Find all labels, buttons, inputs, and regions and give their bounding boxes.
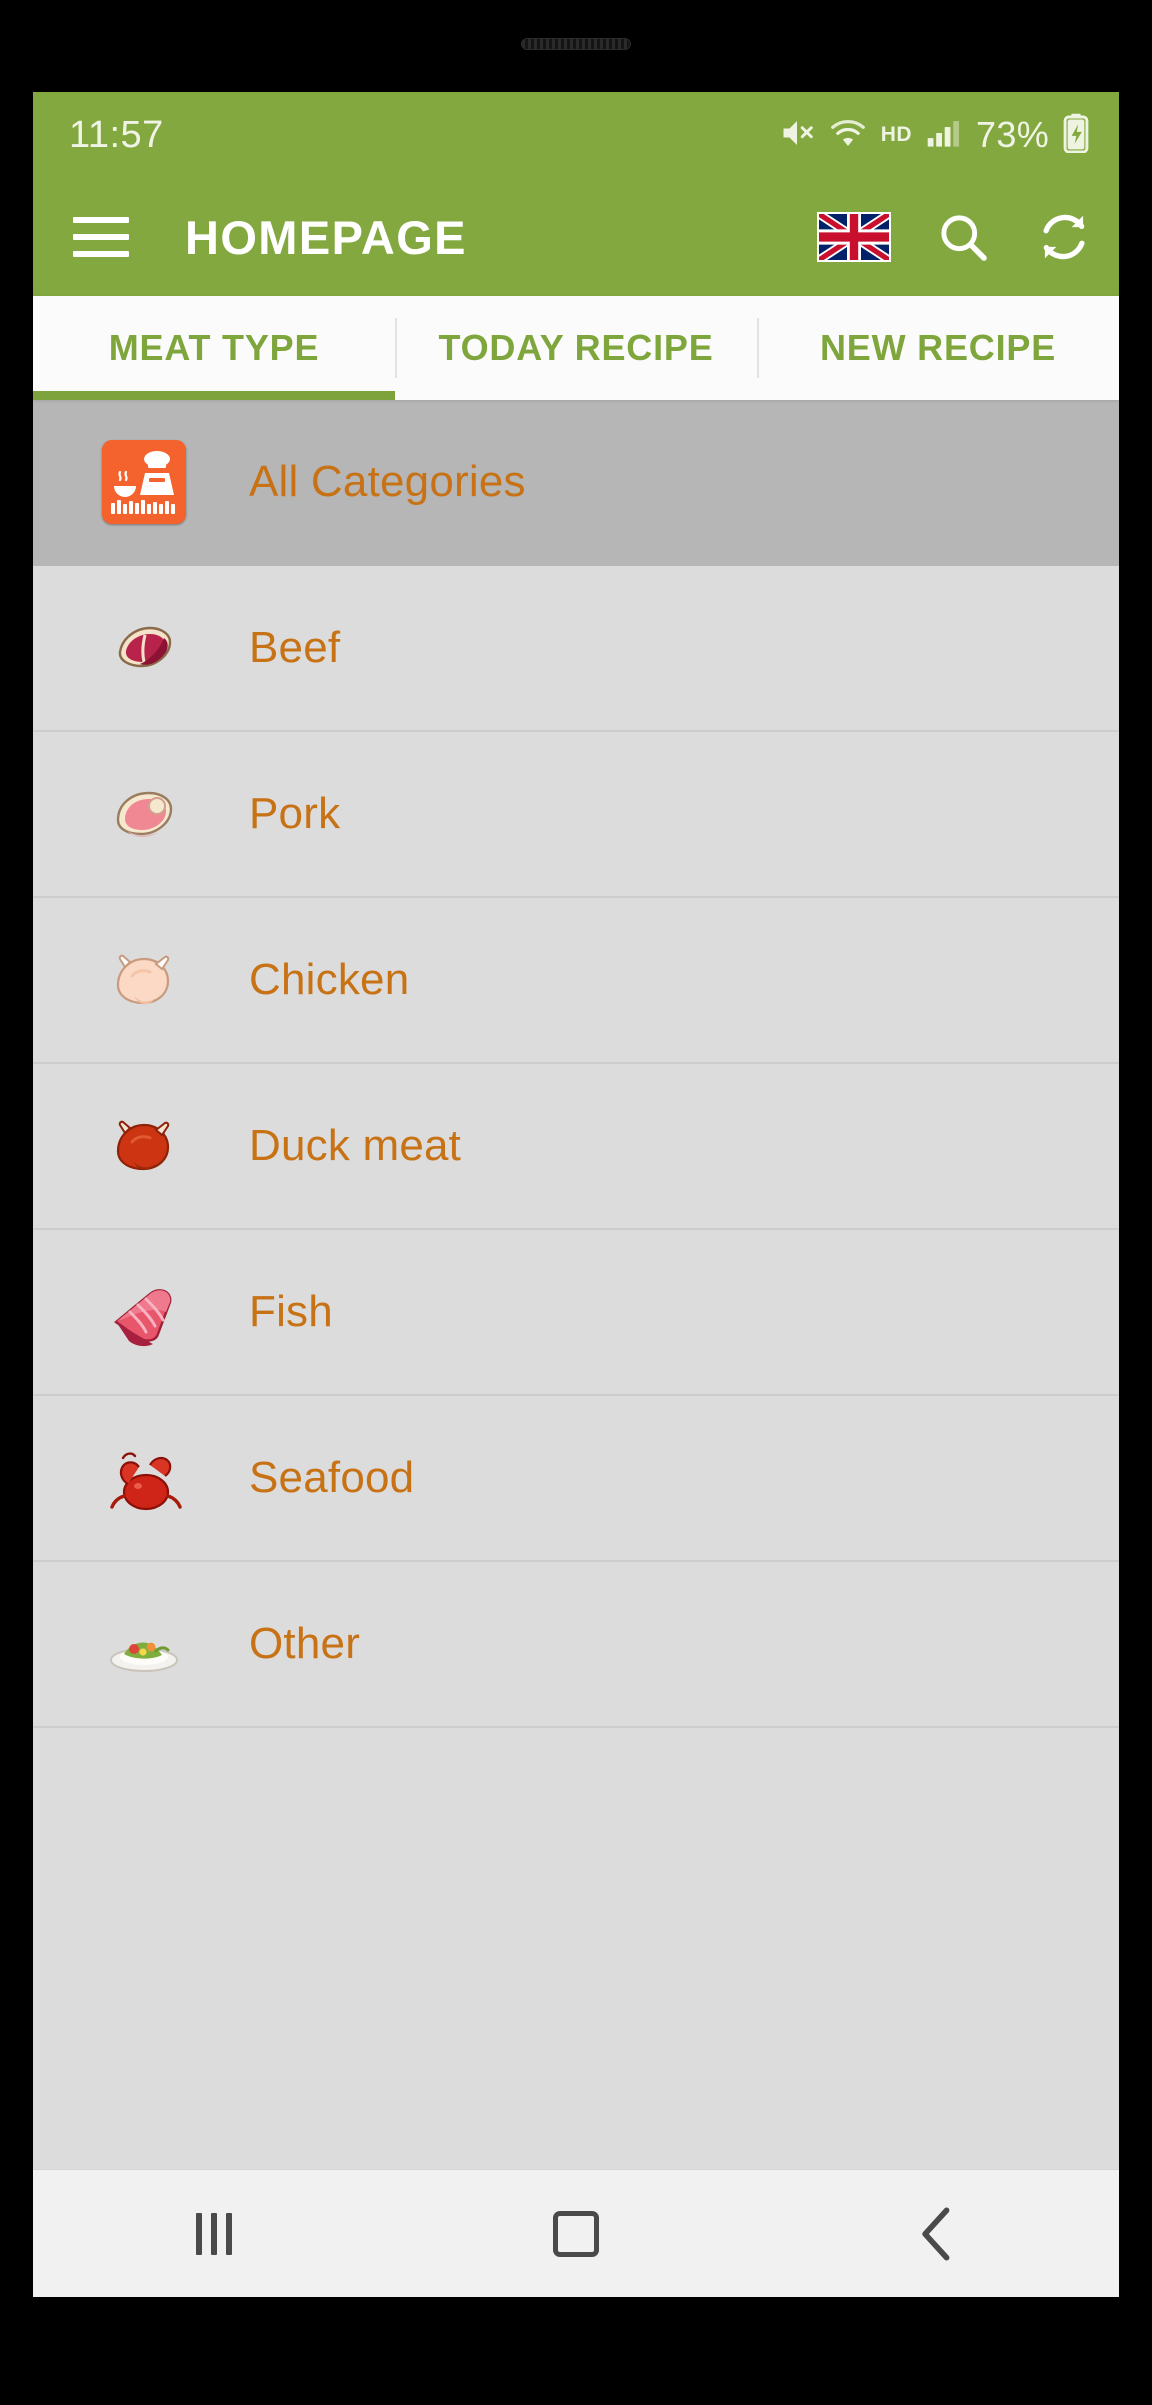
beef-steak-icon xyxy=(101,605,187,691)
tab-bar: MEAT TYPE TODAY RECIPE NEW RECIPE xyxy=(33,296,1119,400)
tab-label: MEAT TYPE xyxy=(108,327,320,368)
list-item-label: All Categories xyxy=(249,457,526,506)
list-item-beef[interactable]: Beef xyxy=(33,566,1119,732)
system-navigation-bar xyxy=(33,2169,1119,2297)
uk-flag-icon[interactable] xyxy=(817,212,891,262)
list-item-label: Other xyxy=(249,1619,361,1668)
earpiece-speaker xyxy=(521,38,631,50)
page-title: HOMEPAGE xyxy=(185,210,467,264)
battery-charging-icon xyxy=(1063,113,1089,158)
list-item-duck-meat[interactable]: Duck meat xyxy=(33,1064,1119,1230)
search-icon[interactable] xyxy=(935,209,991,265)
list-item-label: Seafood xyxy=(249,1453,415,1502)
phone-screen: 11:57 HD 73% HOMEPAGE MEAT TYPE TODAY RE… xyxy=(33,92,1119,2297)
list-item-chicken[interactable]: Chicken xyxy=(33,898,1119,1064)
hamburger-line xyxy=(73,217,129,223)
app-logo-icon xyxy=(101,439,187,525)
list-item-label: Pork xyxy=(249,789,341,838)
tab-label: TODAY RECIPE xyxy=(438,327,714,368)
refresh-icon[interactable] xyxy=(1035,208,1093,266)
app-bar: HOMEPAGE xyxy=(33,178,1119,296)
tab-label: NEW RECIPE xyxy=(819,327,1057,368)
crab-icon xyxy=(101,1435,187,1521)
back-glyph xyxy=(922,2207,950,2260)
recents-bar xyxy=(226,2212,232,2255)
app-bar-actions xyxy=(817,208,1093,266)
hamburger-line xyxy=(73,251,129,257)
list-item-other[interactable]: Other xyxy=(33,1562,1119,1728)
back-icon[interactable] xyxy=(757,2206,1119,2262)
list-item-fish[interactable]: Fish xyxy=(33,1230,1119,1396)
list-item-all-categories[interactable]: All Categories xyxy=(33,400,1119,566)
list-item-label: Fish xyxy=(249,1287,333,1336)
fish-fillet-icon xyxy=(101,1269,187,1355)
recents-icon[interactable] xyxy=(33,2212,395,2255)
hamburger-menu-icon[interactable] xyxy=(73,217,129,257)
wifi-icon xyxy=(829,117,867,154)
list-item-pork[interactable]: Pork xyxy=(33,732,1119,898)
recents-glyph xyxy=(196,2212,232,2255)
meat-type-list: All Categories Beef Pork Chicken Duck me… xyxy=(33,400,1119,2028)
tab-today-recipe[interactable]: TODAY RECIPE xyxy=(395,296,757,400)
speaker-grille xyxy=(522,39,630,49)
list-item-label: Chicken xyxy=(249,955,410,1004)
status-clock: 11:57 xyxy=(69,113,164,156)
phone-device: 11:57 HD 73% HOMEPAGE MEAT TYPE TODAY RE… xyxy=(0,0,1152,2405)
tab-new-recipe[interactable]: NEW RECIPE xyxy=(757,296,1119,400)
recents-bar xyxy=(211,2212,217,2255)
hamburger-line xyxy=(73,234,129,240)
home-glyph xyxy=(553,2210,599,2257)
roast-duck-icon xyxy=(101,1103,187,1189)
list-item-seafood[interactable]: Seafood xyxy=(33,1396,1119,1562)
list-item-label: Beef xyxy=(249,623,341,672)
battery-percent-label: 73% xyxy=(976,114,1049,155)
list-item-label: Duck meat xyxy=(249,1121,462,1170)
whole-chicken-icon xyxy=(101,937,187,1023)
list-empty-space xyxy=(33,1728,1119,2028)
mute-icon xyxy=(779,115,815,156)
status-icons: HD 73% xyxy=(779,113,1089,158)
pork-chop-icon xyxy=(101,771,187,857)
cellular-signal-icon xyxy=(926,117,960,154)
status-bar: 11:57 HD 73% xyxy=(33,92,1119,178)
hd-icon: HD xyxy=(880,123,913,146)
home-icon[interactable] xyxy=(395,2210,757,2257)
salad-plate-icon xyxy=(101,1601,187,1687)
recents-bar xyxy=(196,2212,202,2255)
tab-meat-type[interactable]: MEAT TYPE xyxy=(33,296,395,400)
